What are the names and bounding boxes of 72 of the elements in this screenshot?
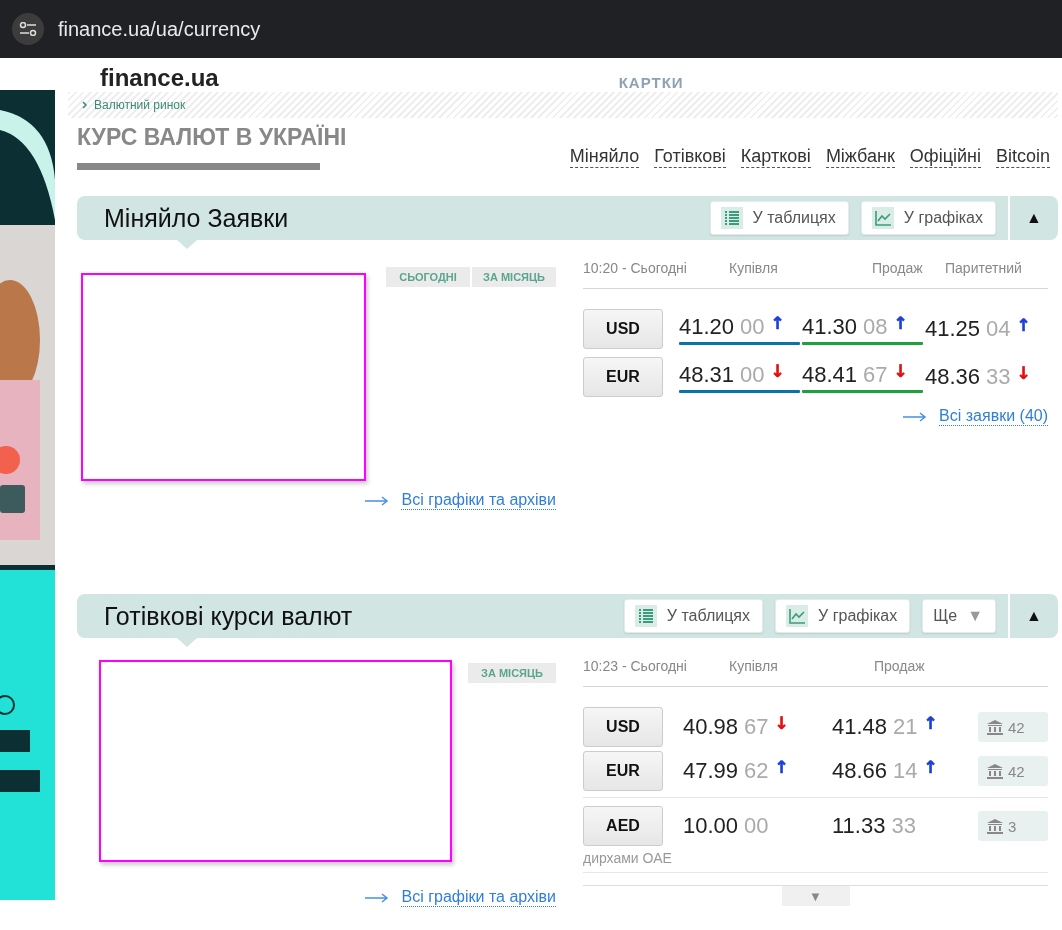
rate-value: 48.66 14 ↑	[832, 758, 939, 784]
section-title: Міняйло Заявки	[104, 203, 290, 233]
time-label: 10:20 - Сьогодні	[583, 260, 687, 276]
chart-icon	[871, 207, 894, 229]
arrow-right-icon	[365, 892, 390, 903]
banks-count: 42	[978, 756, 1048, 786]
collapse-button[interactable]: ▲	[1008, 594, 1058, 638]
trend-arrow: ↓	[770, 361, 785, 380]
rate-value: 41.30 08 ↑	[802, 313, 909, 340]
column-header: Продаж	[872, 260, 923, 276]
rate-value: 48.41 67 ↓	[802, 361, 909, 388]
trend-arrow: ↑	[893, 313, 908, 332]
bank-icon	[986, 818, 1004, 834]
currency-button[interactable]: USD	[583, 309, 663, 349]
arrow-right-icon	[365, 495, 390, 506]
trend-arrow: ↑	[774, 758, 789, 776]
list-icon	[720, 207, 743, 229]
table-view-button[interactable]: У таблицях	[709, 201, 849, 235]
site-settings-icon[interactable]	[12, 13, 44, 45]
trend-arrow: ↓	[1016, 364, 1031, 382]
category-link[interactable]: Карткові	[740, 146, 811, 168]
bank-icon	[986, 763, 1004, 779]
chart-icon	[786, 605, 809, 627]
banks-count: 42	[978, 712, 1048, 742]
trend-arrow: ↑	[923, 714, 938, 732]
trend-arrow: ↑	[770, 313, 785, 332]
column-header: Продаж	[874, 658, 925, 674]
section-title: Готівкові курси валют	[104, 601, 354, 631]
more-button[interactable]: Ще ▼	[922, 599, 996, 633]
banks-count: 3	[978, 811, 1048, 841]
rate-value: 41.25 04 ↑	[925, 316, 1032, 342]
category-link[interactable]: Офіційні	[909, 146, 981, 168]
rate-value: 48.31 00 ↓	[679, 361, 786, 388]
arrow-right-icon	[903, 411, 928, 422]
charts-archive-link[interactable]: Всі графіки та архіви	[401, 491, 556, 510]
time-label: 10:23 - Сьогодні	[583, 658, 687, 674]
url-text[interactable]: finance.ua/ua/currency	[58, 17, 261, 41]
currency-button[interactable]: EUR	[583, 751, 663, 791]
chevron-icon	[82, 101, 88, 109]
rate-value: 48.36 33 ↓	[925, 364, 1032, 390]
rate-value: 41.20 00 ↑	[679, 313, 786, 340]
category-link[interactable]: Bitcoin	[995, 146, 1050, 168]
trend-arrow: ↓	[774, 714, 789, 732]
bank-icon	[986, 719, 1004, 735]
charts-archive-link[interactable]: Всі графіки та архіви	[401, 888, 556, 907]
table-view-button[interactable]: У таблицях	[623, 599, 764, 633]
rate-value: 47.99 62 ↑	[683, 758, 790, 784]
all-offers-link[interactable]: Всі заявки (40)	[939, 407, 1048, 426]
list-icon	[634, 605, 657, 627]
charts-view-button[interactable]: У графіках	[860, 201, 996, 235]
currency-button[interactable]: AED	[583, 806, 663, 846]
currency-button[interactable]: USD	[583, 707, 663, 747]
page-title: КУРС ВАЛЮТ В УКРАЇНІ	[77, 124, 347, 151]
rate-value: 41.48 21 ↑	[832, 714, 939, 740]
category-link[interactable]: Готівкові	[654, 146, 726, 168]
column-header: Купівля	[729, 260, 778, 276]
category-link[interactable]: Міжбанк	[825, 146, 895, 168]
category-link[interactable]: Міняйло	[569, 146, 640, 168]
trend-arrow: ↓	[893, 361, 908, 380]
site-logo[interactable]: finance.ua	[100, 64, 219, 92]
rate-value: 10.00 00	[683, 813, 770, 839]
rate-value: 40.98 67 ↓	[683, 714, 790, 740]
trend-arrow: ↑	[923, 758, 938, 776]
rate-value: 11.33 33	[832, 813, 917, 839]
collapse-button[interactable]: ▲	[1008, 196, 1058, 240]
charts-view-button[interactable]: У графіках	[775, 599, 911, 633]
breadcrumb-link[interactable]: Валютний ринок	[94, 98, 186, 112]
currency-name: дирхами ОАЕ	[583, 850, 673, 866]
column-header: Паритетний	[945, 260, 1022, 276]
trend-arrow: ↑	[1016, 316, 1031, 334]
currency-button[interactable]: EUR	[583, 357, 663, 397]
column-header: Купівля	[729, 658, 778, 674]
